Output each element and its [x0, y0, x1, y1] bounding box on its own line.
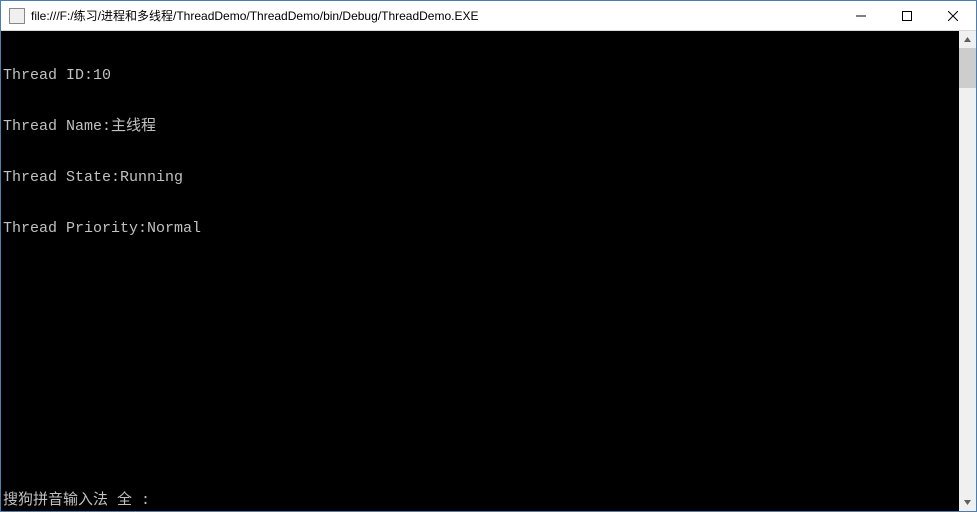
client-area: Thread ID:10 Thread Name:主线程 Thread Stat… [1, 31, 976, 511]
close-button[interactable] [930, 1, 976, 30]
console-line: Thread Name:主线程 [3, 118, 959, 135]
app-icon [9, 8, 25, 24]
maximize-button[interactable] [884, 1, 930, 30]
titlebar[interactable]: file:///F:/练习/进程和多线程/ThreadDemo/ThreadDe… [1, 1, 976, 31]
console-line: Thread State:Running [3, 169, 959, 186]
scrollbar-track[interactable] [959, 48, 976, 494]
console-line: Thread Priority:Normal [3, 220, 959, 237]
window-title: file:///F:/练习/进程和多线程/ThreadDemo/ThreadDe… [31, 7, 838, 24]
window-controls [838, 1, 976, 30]
scrollbar-thumb[interactable] [959, 48, 976, 88]
console-window: file:///F:/练习/进程和多线程/ThreadDemo/ThreadDe… [0, 0, 977, 512]
vertical-scrollbar[interactable] [959, 31, 976, 511]
console-output[interactable]: Thread ID:10 Thread Name:主线程 Thread Stat… [1, 31, 959, 511]
minimize-button[interactable] [838, 1, 884, 30]
scroll-down-button[interactable] [959, 494, 976, 511]
ime-status: 搜狗拼音输入法 全 : [3, 492, 150, 509]
scroll-up-button[interactable] [959, 31, 976, 48]
console-line: Thread ID:10 [3, 67, 959, 84]
